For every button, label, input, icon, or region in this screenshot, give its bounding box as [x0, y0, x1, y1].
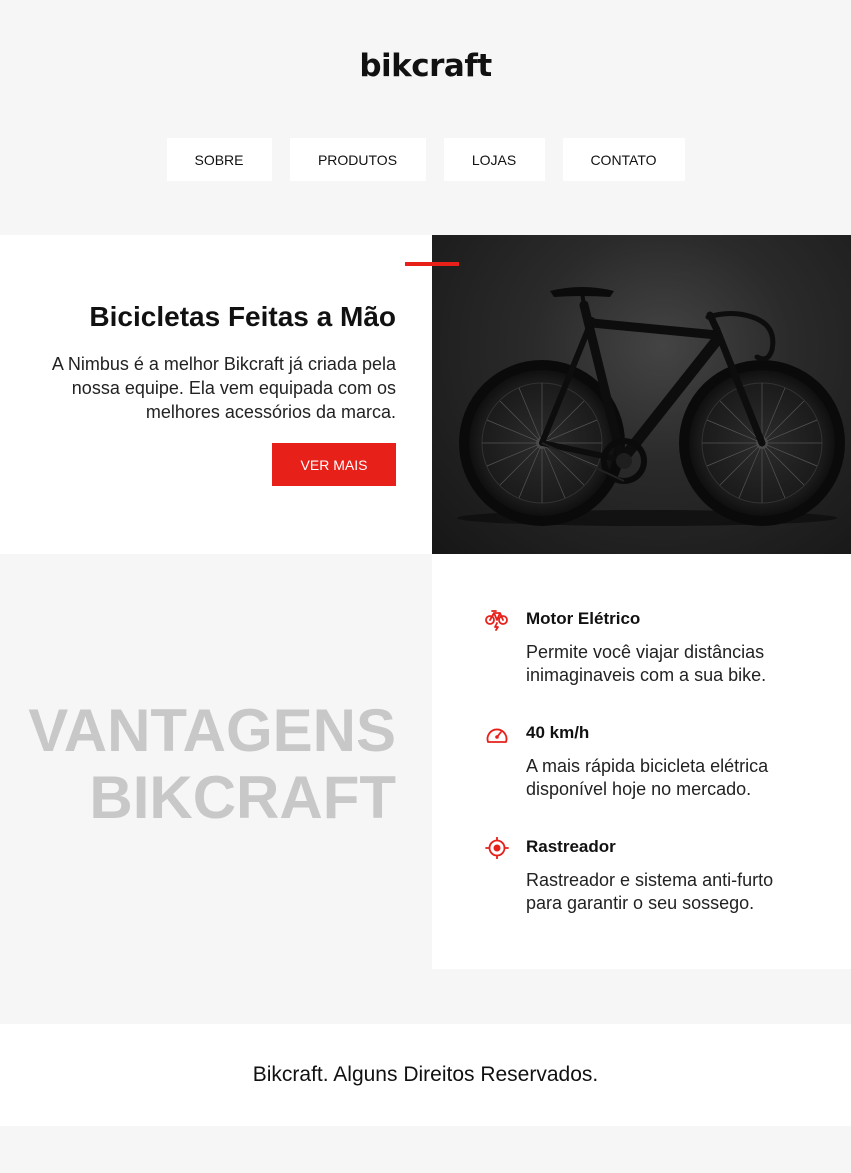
- main-nav: SOBRE PRODUTOS LOJAS CONTATO: [0, 138, 851, 181]
- feature-description: Permite você viajar distâncias inimagina…: [526, 642, 767, 685]
- advantages-heading-line2: BIKCRAFT: [89, 764, 396, 831]
- electric-bike-icon: [484, 609, 510, 631]
- feature-description: Rastreador e sistema anti-furto para gar…: [526, 870, 774, 913]
- feature-title: Rastreador: [526, 837, 616, 856]
- target-icon: [484, 836, 510, 860]
- site-footer: Bikcraft. Alguns Direitos Reservados.: [0, 1024, 851, 1126]
- hero-description: A Nimbus é a melhor Bikcraft já criada p…: [51, 354, 396, 422]
- nav-item-contato[interactable]: CONTATO: [562, 138, 685, 181]
- hero-section: Bicicletas Feitas a Mão A Nimbus é a mel…: [0, 235, 851, 554]
- advantages-list: Motor Elétrico Permite você viajar distâ…: [432, 554, 851, 969]
- accent-divider: [405, 262, 459, 266]
- hero-title: Bicicletas Feitas a Mão: [89, 301, 396, 332]
- feature-title: Motor Elétrico: [526, 609, 641, 628]
- feature-description: A mais rápida bicicleta elétrica disponí…: [526, 756, 769, 799]
- bike-image: [432, 235, 851, 554]
- logo[interactable]: bikcraft: [0, 48, 851, 84]
- feature-title: 40 km/h: [526, 723, 590, 742]
- hero-content: Bicicletas Feitas a Mão A Nimbus é a mel…: [0, 235, 432, 554]
- advantages-heading-line1: VANTAGENS: [28, 697, 396, 764]
- speedometer-icon: [484, 723, 510, 743]
- site-header: bikcraft SOBRE PRODUTOS LOJAS CONTATO: [0, 0, 851, 235]
- ver-mais-button[interactable]: VER MAIS: [272, 443, 396, 486]
- advantages-heading: VANTAGENS BIKCRAFT: [28, 697, 396, 831]
- nav-item-sobre[interactable]: SOBRE: [166, 138, 272, 181]
- advantages-heading-panel: VANTAGENS BIKCRAFT: [0, 554, 432, 969]
- road-bike-illustration: [457, 287, 845, 526]
- advantages-section: VANTAGENS BIKCRAFT Motor Elétrico Permit…: [0, 554, 851, 969]
- nav-item-lojas[interactable]: LOJAS: [443, 138, 545, 181]
- footer-copyright: Bikcraft. Alguns Direitos Reservados.: [252, 1063, 599, 1086]
- nav-item-produtos[interactable]: PRODUTOS: [289, 138, 426, 181]
